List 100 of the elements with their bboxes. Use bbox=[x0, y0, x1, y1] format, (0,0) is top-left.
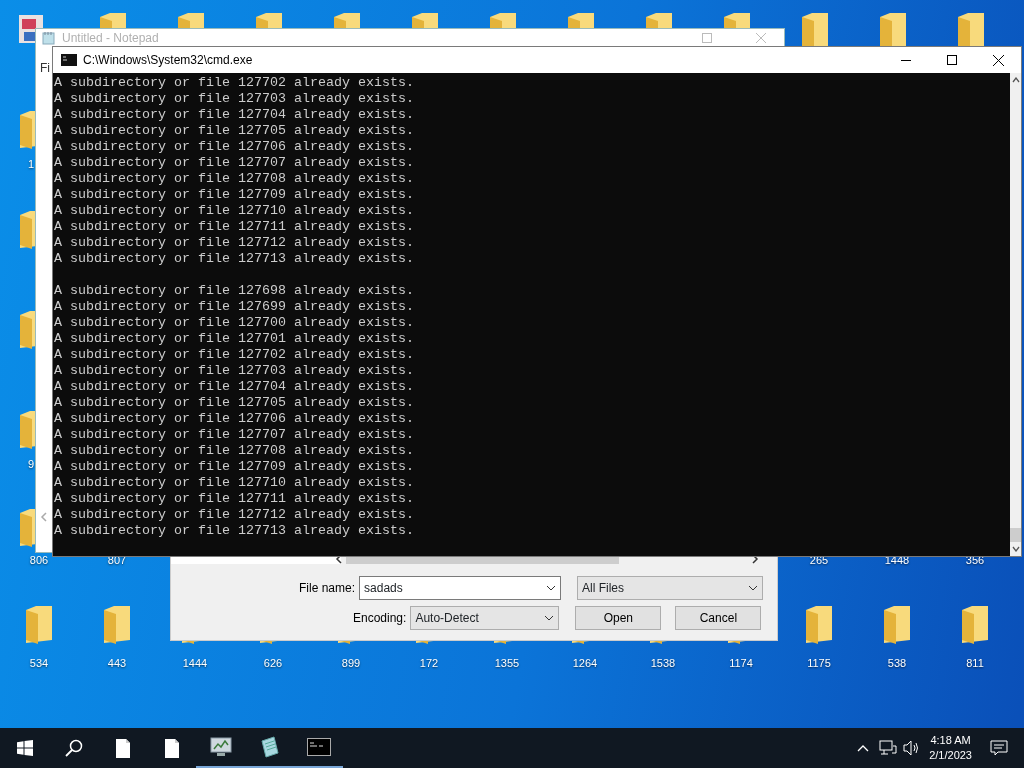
icon-label: 534 bbox=[29, 657, 49, 670]
icon-label: 1174 bbox=[729, 657, 753, 670]
icon-label: 1175 bbox=[807, 657, 831, 670]
close-icon[interactable] bbox=[992, 54, 1004, 66]
console-line: A subdirectory or file 127704 already exists. bbox=[54, 379, 415, 395]
folder-icon[interactable] bbox=[19, 310, 35, 350]
document-icon bbox=[164, 738, 179, 758]
folder-icon[interactable] bbox=[19, 508, 35, 548]
icon-label: 1 bbox=[27, 158, 34, 171]
folder-icon[interactable] bbox=[723, 12, 751, 28]
icon-label: 172 bbox=[419, 657, 439, 670]
icon-label: 626 bbox=[263, 657, 283, 670]
clock-time[interactable]: 4:18 AM bbox=[929, 733, 972, 748]
menu-item[interactable]: Fi bbox=[40, 59, 50, 77]
console-line: A subdirectory or file 127713 already exists. bbox=[54, 251, 415, 267]
windows-icon[interactable] bbox=[16, 740, 33, 756]
folder-icon[interactable] bbox=[645, 12, 673, 28]
field-label: File name: bbox=[299, 580, 356, 597]
console-line: A subdirectory or file 127698 already exists. bbox=[54, 283, 415, 299]
folder-icon[interactable] bbox=[411, 12, 439, 28]
scroll-down-icon[interactable] bbox=[1011, 546, 1020, 552]
console-line: A subdirectory or file 127712 already exists. bbox=[54, 507, 415, 523]
maximize-icon[interactable] bbox=[947, 55, 957, 65]
console-line: A subdirectory or file 127706 already exists. bbox=[54, 139, 415, 155]
console-line: A subdirectory or file 127706 already exists. bbox=[54, 411, 415, 427]
monitor-icon bbox=[208, 736, 233, 758]
icon-label: 806 bbox=[28, 554, 50, 567]
network-icon[interactable] bbox=[879, 740, 898, 756]
folder-icon[interactable] bbox=[567, 12, 595, 28]
folder-icon[interactable] bbox=[19, 210, 35, 250]
folder-icon[interactable] bbox=[957, 12, 985, 46]
console-line: A subdirectory or file 127707 already exists. bbox=[54, 427, 415, 443]
file-name-field[interactable]: sadads bbox=[359, 576, 562, 600]
icon-label: 807 bbox=[106, 554, 128, 567]
scroll-right-icon[interactable] bbox=[751, 556, 759, 564]
console-line: A subdirectory or file 127703 already exists. bbox=[54, 363, 415, 379]
icon-label: 811 bbox=[966, 657, 984, 670]
console-line: A subdirectory or file 127709 already exists. bbox=[54, 459, 415, 475]
scroll-left-icon[interactable] bbox=[335, 556, 343, 564]
field-label: Encoding: bbox=[353, 610, 407, 627]
folder-icon[interactable] bbox=[805, 605, 833, 645]
dropdown-icon bbox=[546, 585, 557, 591]
notepad-icon bbox=[258, 736, 281, 758]
console-icon bbox=[306, 738, 331, 756]
dropdown[interactable]: Auto-Detect bbox=[410, 606, 560, 630]
dropdown-icon bbox=[544, 615, 555, 621]
icon-label: 1264 bbox=[572, 657, 598, 670]
icon-label: 1448 bbox=[883, 554, 911, 567]
icon-label: 356 bbox=[964, 554, 986, 567]
icon-label: 538 bbox=[887, 657, 907, 670]
search-icon[interactable] bbox=[64, 739, 83, 757]
folder-icon[interactable] bbox=[19, 410, 35, 450]
console-line: A subdirectory or file 127710 already exists. bbox=[54, 203, 415, 219]
console-line: A subdirectory or file 127708 already exists. bbox=[54, 171, 415, 187]
folder-icon[interactable] bbox=[19, 110, 35, 150]
folder-icon[interactable] bbox=[99, 12, 127, 28]
open-button[interactable]: Open bbox=[575, 606, 662, 630]
document-icon bbox=[115, 738, 130, 758]
dropdown[interactable]: All Files bbox=[577, 576, 764, 600]
cancel-button[interactable]: Cancel bbox=[675, 606, 762, 630]
notification-icon[interactable] bbox=[990, 740, 1008, 756]
icon-label: 1538 bbox=[650, 657, 676, 670]
console-line: A subdirectory or file 127702 already exists. bbox=[54, 75, 415, 91]
console-line: A subdirectory or file 127700 already exists. bbox=[54, 315, 415, 331]
scroll-up-icon[interactable] bbox=[1011, 77, 1020, 83]
folder-icon[interactable] bbox=[489, 12, 517, 28]
console-line: A subdirectory or file 127701 already exists. bbox=[54, 331, 415, 347]
folder-icon[interactable] bbox=[961, 605, 989, 645]
chevron-up-icon[interactable] bbox=[857, 744, 870, 752]
clock-date[interactable]: 2/1/2023 bbox=[929, 748, 972, 763]
icon-label: 1444 bbox=[182, 657, 208, 670]
console-line: A subdirectory or file 127707 already exists. bbox=[54, 155, 415, 171]
console-line: A subdirectory or file 127704 already exists. bbox=[54, 107, 415, 123]
console-line: A subdirectory or file 127711 already exists. bbox=[54, 491, 415, 507]
icon-label: 9 bbox=[27, 458, 34, 471]
icon-label: 443 bbox=[107, 657, 127, 670]
console-line: A subdirectory or file 127712 already exists. bbox=[54, 235, 415, 251]
folder-icon[interactable] bbox=[103, 605, 131, 645]
console-line: A subdirectory or file 127709 already exists. bbox=[54, 187, 415, 203]
console-line: A subdirectory or file 127699 already exists. bbox=[54, 299, 415, 315]
folder-icon[interactable] bbox=[883, 605, 911, 645]
console-line: A subdirectory or file 127708 already exists. bbox=[54, 443, 415, 459]
folder-icon[interactable] bbox=[177, 12, 205, 28]
console-line: A subdirectory or file 127713 already exists. bbox=[54, 523, 415, 539]
console-line: A subdirectory or file 127702 already exists. bbox=[54, 347, 415, 363]
folder-icon[interactable] bbox=[879, 12, 907, 46]
folder-icon[interactable] bbox=[255, 12, 283, 28]
folder-icon[interactable] bbox=[25, 605, 53, 645]
dropdown-icon bbox=[748, 585, 759, 591]
icon-label: 1355 bbox=[494, 657, 520, 670]
folder-icon[interactable] bbox=[333, 12, 361, 28]
console-line: A subdirectory or file 127705 already exists. bbox=[54, 395, 415, 411]
icon-label: 265 bbox=[808, 554, 830, 567]
folder-icon[interactable] bbox=[801, 12, 829, 46]
console-line: A subdirectory or file 127703 already exists. bbox=[54, 91, 415, 107]
icon-label: 899 bbox=[341, 657, 361, 670]
console-line: A subdirectory or file 127705 already exists. bbox=[54, 123, 415, 139]
scrollbar-thumb[interactable] bbox=[1010, 528, 1021, 542]
window-title: C:\Windows\System32\cmd.exe bbox=[83, 52, 253, 69]
console-icon bbox=[61, 54, 77, 66]
